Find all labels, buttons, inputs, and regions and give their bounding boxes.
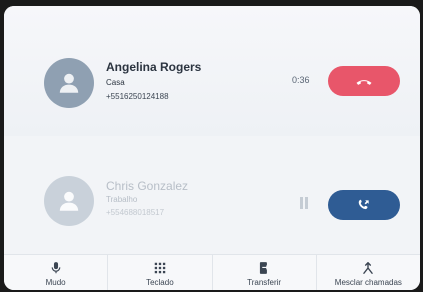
person-icon	[59, 73, 79, 93]
caller-name: Angelina Rogers	[106, 60, 202, 74]
caller-name: Chris Gonzalez	[106, 179, 189, 193]
hang-up-button[interactable]	[328, 66, 400, 96]
active-call-card: Angelina Rogers Casa +5516250124188 0:36	[4, 6, 420, 136]
transfer-button[interactable]: Transferir	[213, 255, 317, 290]
held-call-card[interactable]: Chris Gonzalez Trabalho +554688018517	[4, 136, 420, 254]
caller-number: +554688018517	[106, 208, 165, 217]
call-toolbar: Mudo Teclado Transferir Mesclar chamadas	[4, 254, 420, 290]
keypad-icon	[154, 262, 166, 274]
caller-label: Casa	[106, 78, 125, 87]
call-screen: Angelina Rogers Casa +5516250124188 0:36…	[4, 6, 420, 290]
caller-number: +5516250124188	[106, 92, 169, 101]
keypad-label: Teclado	[146, 278, 174, 287]
merge-calls-button[interactable]: Mesclar chamadas	[317, 255, 420, 290]
swap-call-icon	[358, 199, 369, 210]
microphone-icon	[51, 262, 60, 274]
swap-call-button[interactable]	[328, 190, 400, 220]
person-icon	[59, 191, 79, 211]
avatar	[44, 176, 94, 226]
mute-button[interactable]: Mudo	[4, 255, 109, 290]
mute-label: Mudo	[45, 278, 66, 287]
keypad-button[interactable]: Teclado	[108, 255, 213, 290]
call-timer: 0:36	[292, 75, 310, 85]
transfer-label: Transferir	[247, 278, 282, 287]
merge-calls-icon	[363, 262, 374, 274]
pause-icon	[299, 197, 309, 209]
caller-label: Trabalho	[106, 195, 138, 204]
transfer-icon	[260, 262, 270, 274]
hang-up-icon	[356, 80, 372, 85]
merge-calls-label: Mesclar chamadas	[334, 278, 402, 287]
avatar	[44, 58, 94, 108]
